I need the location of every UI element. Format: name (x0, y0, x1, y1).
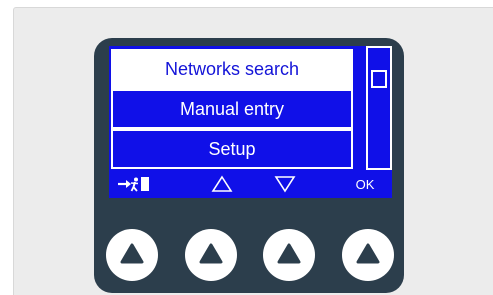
function-button-3[interactable] (263, 229, 315, 281)
lcd-screen: Networks search Manual entry Setup OK (109, 46, 392, 198)
triangle-up-filled-icon (120, 243, 144, 264)
triangle-up-filled-icon (199, 243, 223, 264)
function-button-2[interactable] (185, 229, 237, 281)
menu-item-label: Manual entry (179, 98, 285, 119)
function-button-4[interactable] (342, 229, 394, 281)
menu-item-networks-search[interactable]: Networks search (111, 49, 353, 89)
exit-icon (118, 177, 149, 192)
menu-item-label: Networks search (164, 58, 300, 79)
function-button-1[interactable] (106, 229, 158, 281)
softkey-down (265, 173, 305, 195)
softkey-up (202, 173, 242, 195)
scrollbar[interactable] (366, 46, 392, 170)
triangle-down-outline-icon (274, 176, 296, 193)
softkey-bar: OK (109, 173, 392, 195)
triangle-up-outline-icon (211, 175, 233, 192)
menu-item-label: Setup (208, 138, 256, 159)
triangle-up-filled-icon (277, 243, 301, 264)
triangle-up-filled-icon (356, 243, 380, 264)
softkey-exit (117, 173, 157, 195)
menu-item-manual-entry[interactable]: Manual entry (111, 89, 353, 129)
ok-label: OK (355, 176, 375, 192)
scroll-thumb[interactable] (371, 70, 387, 88)
stage: Networks search Manual entry Setup OK (0, 0, 493, 295)
softkey-ok: OK (345, 173, 385, 195)
device-body: Networks search Manual entry Setup OK (94, 38, 404, 293)
menu-item-setup[interactable]: Setup (111, 129, 353, 169)
